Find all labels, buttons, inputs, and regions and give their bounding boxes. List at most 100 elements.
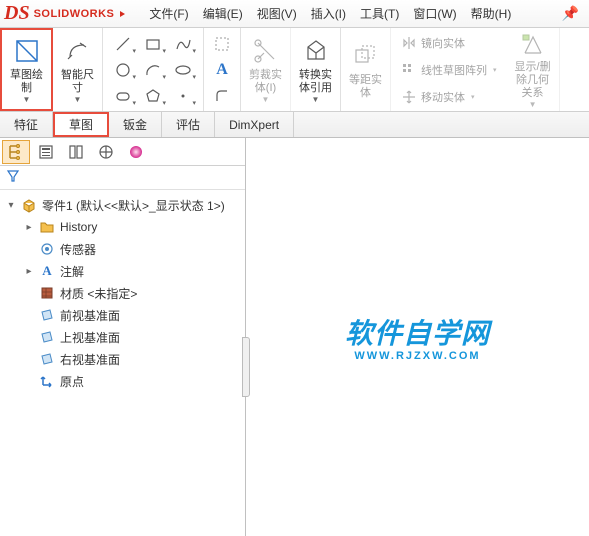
- tab-evaluate[interactable]: 评估: [162, 112, 215, 137]
- expand-icon[interactable]: ▸: [24, 266, 34, 277]
- smart-dim-label: 智能尺 寸: [61, 69, 94, 95]
- material-icon: [38, 284, 56, 302]
- tree-root-label: 零件1 (默认<<默认>_显示状态 1>): [42, 197, 225, 214]
- convert-entities-button[interactable]: 转换实 体引用 ▼: [295, 31, 336, 109]
- tab-sketch[interactable]: 草图: [53, 112, 109, 137]
- circle-tool[interactable]: ▾: [109, 58, 137, 82]
- ribbon-trim-group: 剪裁实 体(I) ▼: [241, 28, 291, 111]
- polygon-tool[interactable]: ▾: [139, 84, 167, 108]
- panel-resize-handle[interactable]: [242, 337, 250, 397]
- feature-tree-tab[interactable]: [2, 140, 30, 164]
- logo-arrow-icon[interactable]: [120, 11, 125, 17]
- ribbon-misc-tools: A: [204, 28, 241, 111]
- smart-dimension-button[interactable]: 智能尺 寸 ▼: [57, 31, 98, 109]
- menu-insert[interactable]: 插入(I): [305, 1, 352, 26]
- ribbon-offset-group: 等距实 体: [341, 28, 391, 111]
- chevron-down-icon: ▼: [312, 95, 320, 104]
- tab-features[interactable]: 特征: [0, 112, 53, 137]
- panel-toolbar: [0, 138, 245, 166]
- ribbon-sketch-group: 草图绘 制 ▼: [0, 28, 53, 111]
- tree-origin-label: 原点: [60, 373, 84, 390]
- dimxpert-manager-tab[interactable]: [92, 140, 120, 164]
- tab-sheetmetal[interactable]: 钣金: [109, 112, 162, 137]
- ellipse-tool[interactable]: ▾: [169, 58, 197, 82]
- tree-history[interactable]: ▸History: [20, 216, 243, 238]
- app-logo: DS SOLIDWORKS: [4, 2, 125, 25]
- tree-front-plane[interactable]: 前视基准面: [20, 304, 243, 326]
- tree-material[interactable]: 材质 <未指定>: [20, 282, 243, 304]
- relations-label: 显示/删 除几何 关系: [515, 61, 551, 100]
- app-name: SOLIDWORKS: [34, 8, 115, 20]
- configuration-manager-tab[interactable]: [62, 140, 90, 164]
- slot-tool[interactable]: ▾: [109, 84, 137, 108]
- tree-right-plane[interactable]: 右视基准面: [20, 348, 243, 370]
- collapse-icon[interactable]: ▾: [6, 200, 16, 211]
- tree-origin[interactable]: 原点: [20, 370, 243, 392]
- convert-icon: [300, 35, 332, 67]
- display-manager-tab[interactable]: [122, 140, 150, 164]
- text-tool[interactable]: A: [210, 59, 234, 81]
- convert-label: 转换实 体引用: [299, 69, 332, 95]
- tree-top-plane-label: 上视基准面: [60, 329, 120, 346]
- graphics-viewport[interactable]: 软件自学网 WWW.RJZXW.COM: [246, 138, 589, 536]
- annotation-icon: A: [38, 262, 56, 280]
- display-relations-button[interactable]: 显示/删 除几何 关系 ▼: [511, 31, 555, 109]
- tree-annotations-label: 注解: [60, 263, 84, 280]
- plane-icon: [38, 350, 56, 368]
- spline-tool[interactable]: ▾: [169, 32, 197, 56]
- point-tool[interactable]: ▾: [169, 84, 197, 108]
- plane-icon: [38, 328, 56, 346]
- move-label: 移动实体: [421, 89, 465, 105]
- trim-icon: [250, 35, 282, 67]
- tree-root[interactable]: ▾ 零件1 (默认<<默认>_显示状态 1>): [2, 194, 243, 216]
- watermark-title: 软件自学网: [345, 312, 490, 352]
- tab-dimxpert[interactable]: DimXpert: [215, 112, 294, 137]
- mirror-icon: [401, 35, 417, 51]
- ribbon-relations-group: 显示/删 除几何 关系 ▼: [507, 28, 560, 111]
- body-split: ▾ 零件1 (默认<<默认>_显示状态 1>) ▸History 传感器 ▸ A注…: [0, 138, 589, 536]
- tree-right-plane-label: 右视基准面: [60, 351, 120, 368]
- offset-button[interactable]: 等距实 体: [345, 31, 386, 109]
- mirror-button[interactable]: 镜向实体: [397, 33, 501, 53]
- pattern-label: 线性草图阵列: [421, 62, 487, 78]
- tree-top-plane[interactable]: 上视基准面: [20, 326, 243, 348]
- menu-file[interactable]: 文件(F): [143, 1, 194, 26]
- menu-window[interactable]: 窗口(W): [407, 1, 462, 26]
- fillet-tool[interactable]: [210, 85, 234, 107]
- menu-view[interactable]: 视图(V): [251, 1, 303, 26]
- sketch-label: 草图绘 制: [10, 69, 43, 95]
- relations-icon: [517, 31, 549, 59]
- filter-row: [0, 166, 245, 190]
- rect-tool[interactable]: ▾: [139, 32, 167, 56]
- move-entities-button[interactable]: 移动实体▾: [397, 87, 501, 107]
- tree-annotations[interactable]: ▸ A注解: [20, 260, 243, 282]
- sketch-icon: [11, 35, 43, 67]
- expand-icon[interactable]: ▸: [24, 222, 34, 233]
- linear-pattern-button[interactable]: 线性草图阵列▾: [397, 60, 501, 80]
- menu-tools[interactable]: 工具(T): [354, 1, 405, 26]
- line-tool[interactable]: ▾: [109, 32, 137, 56]
- filter-icon[interactable]: [6, 169, 20, 186]
- offset-icon: [350, 40, 382, 72]
- property-manager-tab[interactable]: [32, 140, 60, 164]
- folder-icon: [38, 218, 56, 236]
- logo-ds-icon: DS: [4, 2, 30, 25]
- watermark-url: WWW.RJZXW.COM: [354, 350, 480, 362]
- menu-edit[interactable]: 编辑(E): [197, 1, 249, 26]
- smart-dimension-icon: [62, 35, 94, 67]
- pin-icon[interactable]: 📌: [556, 3, 585, 24]
- chevron-down-icon: ▼: [529, 100, 537, 109]
- trim-button[interactable]: 剪裁实 体(I) ▼: [245, 31, 286, 109]
- arc-tool[interactable]: ▾: [139, 58, 167, 82]
- trim-label: 剪裁实 体(I): [249, 69, 282, 95]
- tree-sensors[interactable]: 传感器: [20, 238, 243, 260]
- menu-help[interactable]: 帮助(H): [465, 1, 518, 26]
- origin-icon: [38, 372, 56, 390]
- feature-manager-panel: ▾ 零件1 (默认<<默认>_显示状态 1>) ▸History 传感器 ▸ A注…: [0, 138, 246, 536]
- sketch-button[interactable]: 草图绘 制 ▼: [6, 32, 47, 107]
- tree-material-label: 材质 <未指定>: [60, 285, 137, 302]
- tree-front-plane-label: 前视基准面: [60, 307, 120, 324]
- construction-rect-tool[interactable]: [210, 33, 234, 55]
- chevron-down-icon: ▼: [74, 95, 82, 104]
- part-icon: [20, 196, 38, 214]
